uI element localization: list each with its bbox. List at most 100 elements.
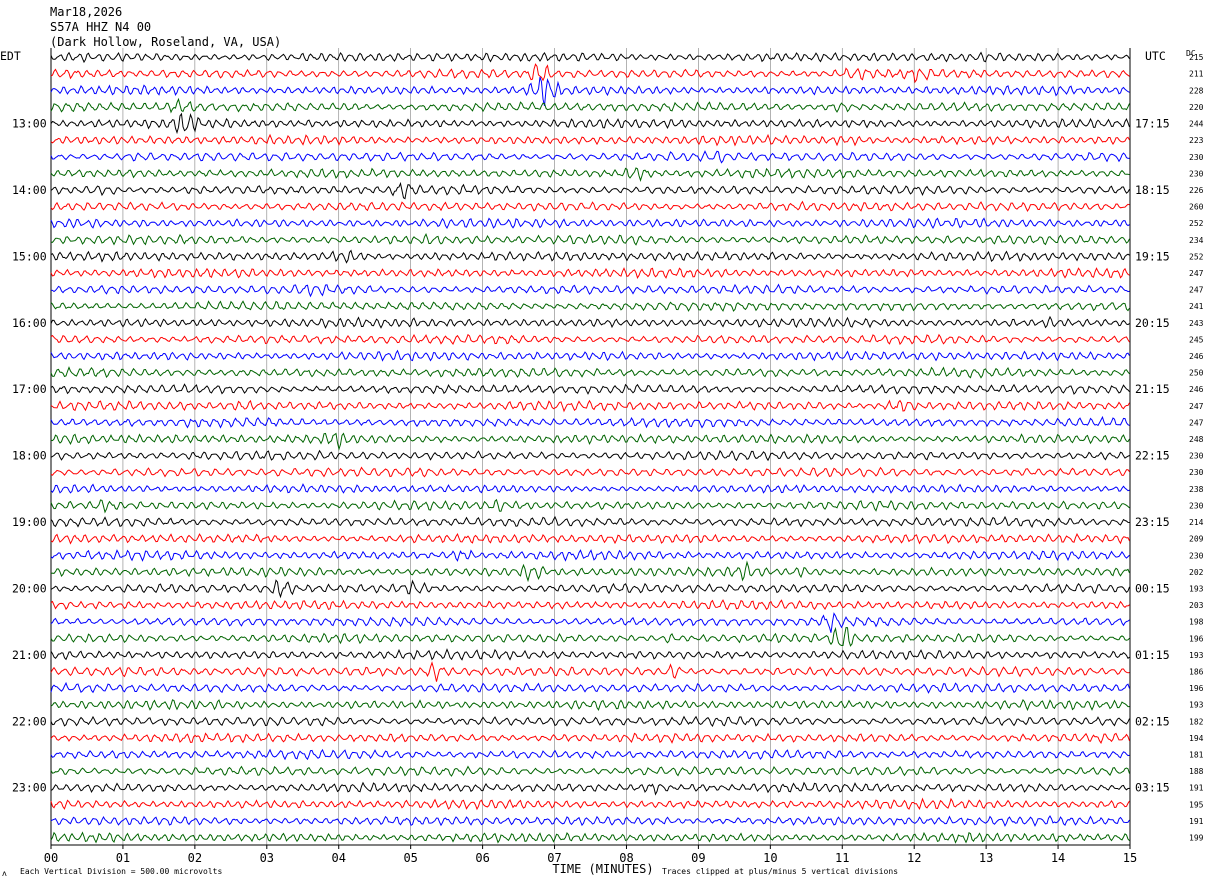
left-hour-label: 17:00	[12, 382, 47, 396]
trace-row-38	[50, 681, 1130, 694]
dc-offset-value: 199	[1189, 834, 1204, 843]
right-hour-label: 17:15	[1135, 117, 1170, 131]
trace-row-3	[50, 97, 1130, 114]
x-tick-label: 09	[691, 851, 705, 865]
trace-row-7	[50, 167, 1130, 182]
trace-row-25	[50, 466, 1130, 478]
dc-offset-value: 182	[1189, 717, 1204, 726]
chart-location: (Dark Hollow, Roseland, VA, USA)	[50, 35, 281, 49]
trace-row-36	[50, 648, 1130, 661]
right-timezone-label: UTC	[1145, 49, 1166, 63]
dc-offset-value: 243	[1189, 319, 1204, 328]
right-hour-label: 22:15	[1135, 449, 1170, 463]
trace-row-8	[50, 181, 1130, 200]
trace-row-16	[50, 315, 1130, 329]
left-hour-label: 22:00	[12, 714, 47, 728]
dc-offset-value: 191	[1189, 817, 1204, 826]
clip-note: Traces clipped at plus/minus 5 vertical …	[662, 867, 898, 876]
dc-offset-value: 247	[1189, 402, 1204, 411]
dc-offset-value: 194	[1189, 734, 1204, 743]
left-hour-label: 14:00	[12, 183, 47, 197]
dc-offset-value: 238	[1189, 485, 1204, 494]
trace-row-34	[50, 612, 1130, 633]
x-tick-label: 15	[1123, 851, 1137, 865]
trace-row-4	[50, 112, 1130, 135]
dc-offset-value: 198	[1189, 618, 1204, 627]
trace-row-10	[50, 217, 1130, 230]
trace-row-0	[50, 51, 1130, 64]
x-axis-title: TIME (MINUTES)	[552, 862, 653, 876]
x-tick-label: 01	[116, 851, 130, 865]
trace-row-30	[50, 549, 1130, 562]
trace-row-44	[50, 781, 1130, 796]
trace-row-43	[50, 765, 1130, 777]
dc-offset-value: 188	[1189, 767, 1204, 776]
minute-grid	[50, 48, 1131, 846]
scale-note: Each Vertical Division = 500.00 microvol…	[20, 867, 222, 876]
dc-offset-value: 186	[1189, 667, 1204, 676]
trace-row-1	[50, 63, 1130, 84]
trace-row-27	[50, 498, 1130, 514]
x-tick-label: 05	[403, 851, 417, 865]
right-hour-label: 02:15	[1135, 714, 1170, 728]
dc-offset-labels: 215 211 228 220 244 223 230 230 226 260 252 234 252 2…	[1189, 53, 1204, 842]
dc-offset-value: 181	[1189, 751, 1204, 760]
dc-offset-value: 228	[1189, 86, 1204, 95]
x-tick-label: 06	[475, 851, 489, 865]
trace-row-31	[50, 560, 1130, 583]
trace-row-45	[50, 797, 1130, 811]
trace-row-11	[50, 232, 1130, 246]
left-hour-label: 16:00	[12, 316, 47, 330]
dc-offset-value: 252	[1189, 252, 1204, 261]
logo-mark: ʌ	[2, 869, 7, 878]
right-hour-label: 03:15	[1135, 781, 1170, 795]
left-hour-labels: 13:00 14:00 15:00 16:00 17:00 18:00 19:00 20:00…	[12, 117, 47, 795]
x-tick-label: 03	[260, 851, 274, 865]
dc-offset-value: 247	[1189, 418, 1204, 427]
left-hour-label: 21:00	[12, 648, 47, 662]
right-hour-label: 18:15	[1135, 183, 1170, 197]
dc-offset-value: 250	[1189, 369, 1204, 378]
trace-row-24	[50, 449, 1130, 462]
dc-offset-value: 211	[1189, 70, 1204, 79]
trace-row-18	[50, 349, 1130, 362]
dc-offset-value: 226	[1189, 186, 1204, 195]
dc-offset-value: 234	[1189, 236, 1204, 245]
dc-offset-value: 244	[1189, 120, 1204, 129]
dc-offset-value: 230	[1189, 169, 1204, 178]
dc-offset-value: 202	[1189, 568, 1204, 577]
x-tick-label: 11	[835, 851, 849, 865]
dc-offset-value: 246	[1189, 385, 1204, 394]
trace-row-19	[50, 366, 1130, 379]
dc-offset-value: 196	[1189, 684, 1204, 693]
trace-row-15	[50, 300, 1130, 312]
trace-row-33	[50, 599, 1130, 611]
left-timezone-label: EDT	[0, 49, 21, 63]
seismic-traces	[50, 51, 1130, 844]
trace-row-14	[50, 283, 1130, 298]
dc-offset-value: 214	[1189, 518, 1204, 527]
left-hour-label: 20:00	[12, 581, 47, 595]
trace-row-39	[50, 698, 1130, 712]
chart-date: Mar18,2026	[50, 5, 122, 19]
dc-offset-value: 193	[1189, 701, 1204, 710]
dc-offset-value: 191	[1189, 784, 1204, 793]
right-hour-label: 23:15	[1135, 515, 1170, 529]
left-hour-label: 18:00	[12, 449, 47, 463]
dc-offset-value: 230	[1189, 153, 1204, 162]
x-tick-label: 04	[332, 851, 346, 865]
trace-row-2	[50, 76, 1130, 107]
trace-row-28	[50, 515, 1130, 528]
chart-station: S57A HHZ N4 00	[50, 20, 151, 34]
left-hour-label: 13:00	[12, 117, 47, 131]
trace-row-26	[50, 483, 1130, 494]
right-hour-label: 19:15	[1135, 249, 1170, 263]
right-hour-labels: 17:15 18:15 19:15 20:15 21:15 22:15 23:15 00:15…	[1135, 117, 1170, 795]
trace-row-22	[50, 415, 1130, 429]
trace-row-23	[50, 432, 1130, 451]
x-tick-label: 00	[44, 851, 58, 865]
dc-offset-value: 260	[1189, 203, 1204, 212]
left-hour-label: 15:00	[12, 249, 47, 263]
dc-offset-value: 193	[1189, 584, 1204, 593]
dc-offset-value: 215	[1189, 53, 1204, 62]
